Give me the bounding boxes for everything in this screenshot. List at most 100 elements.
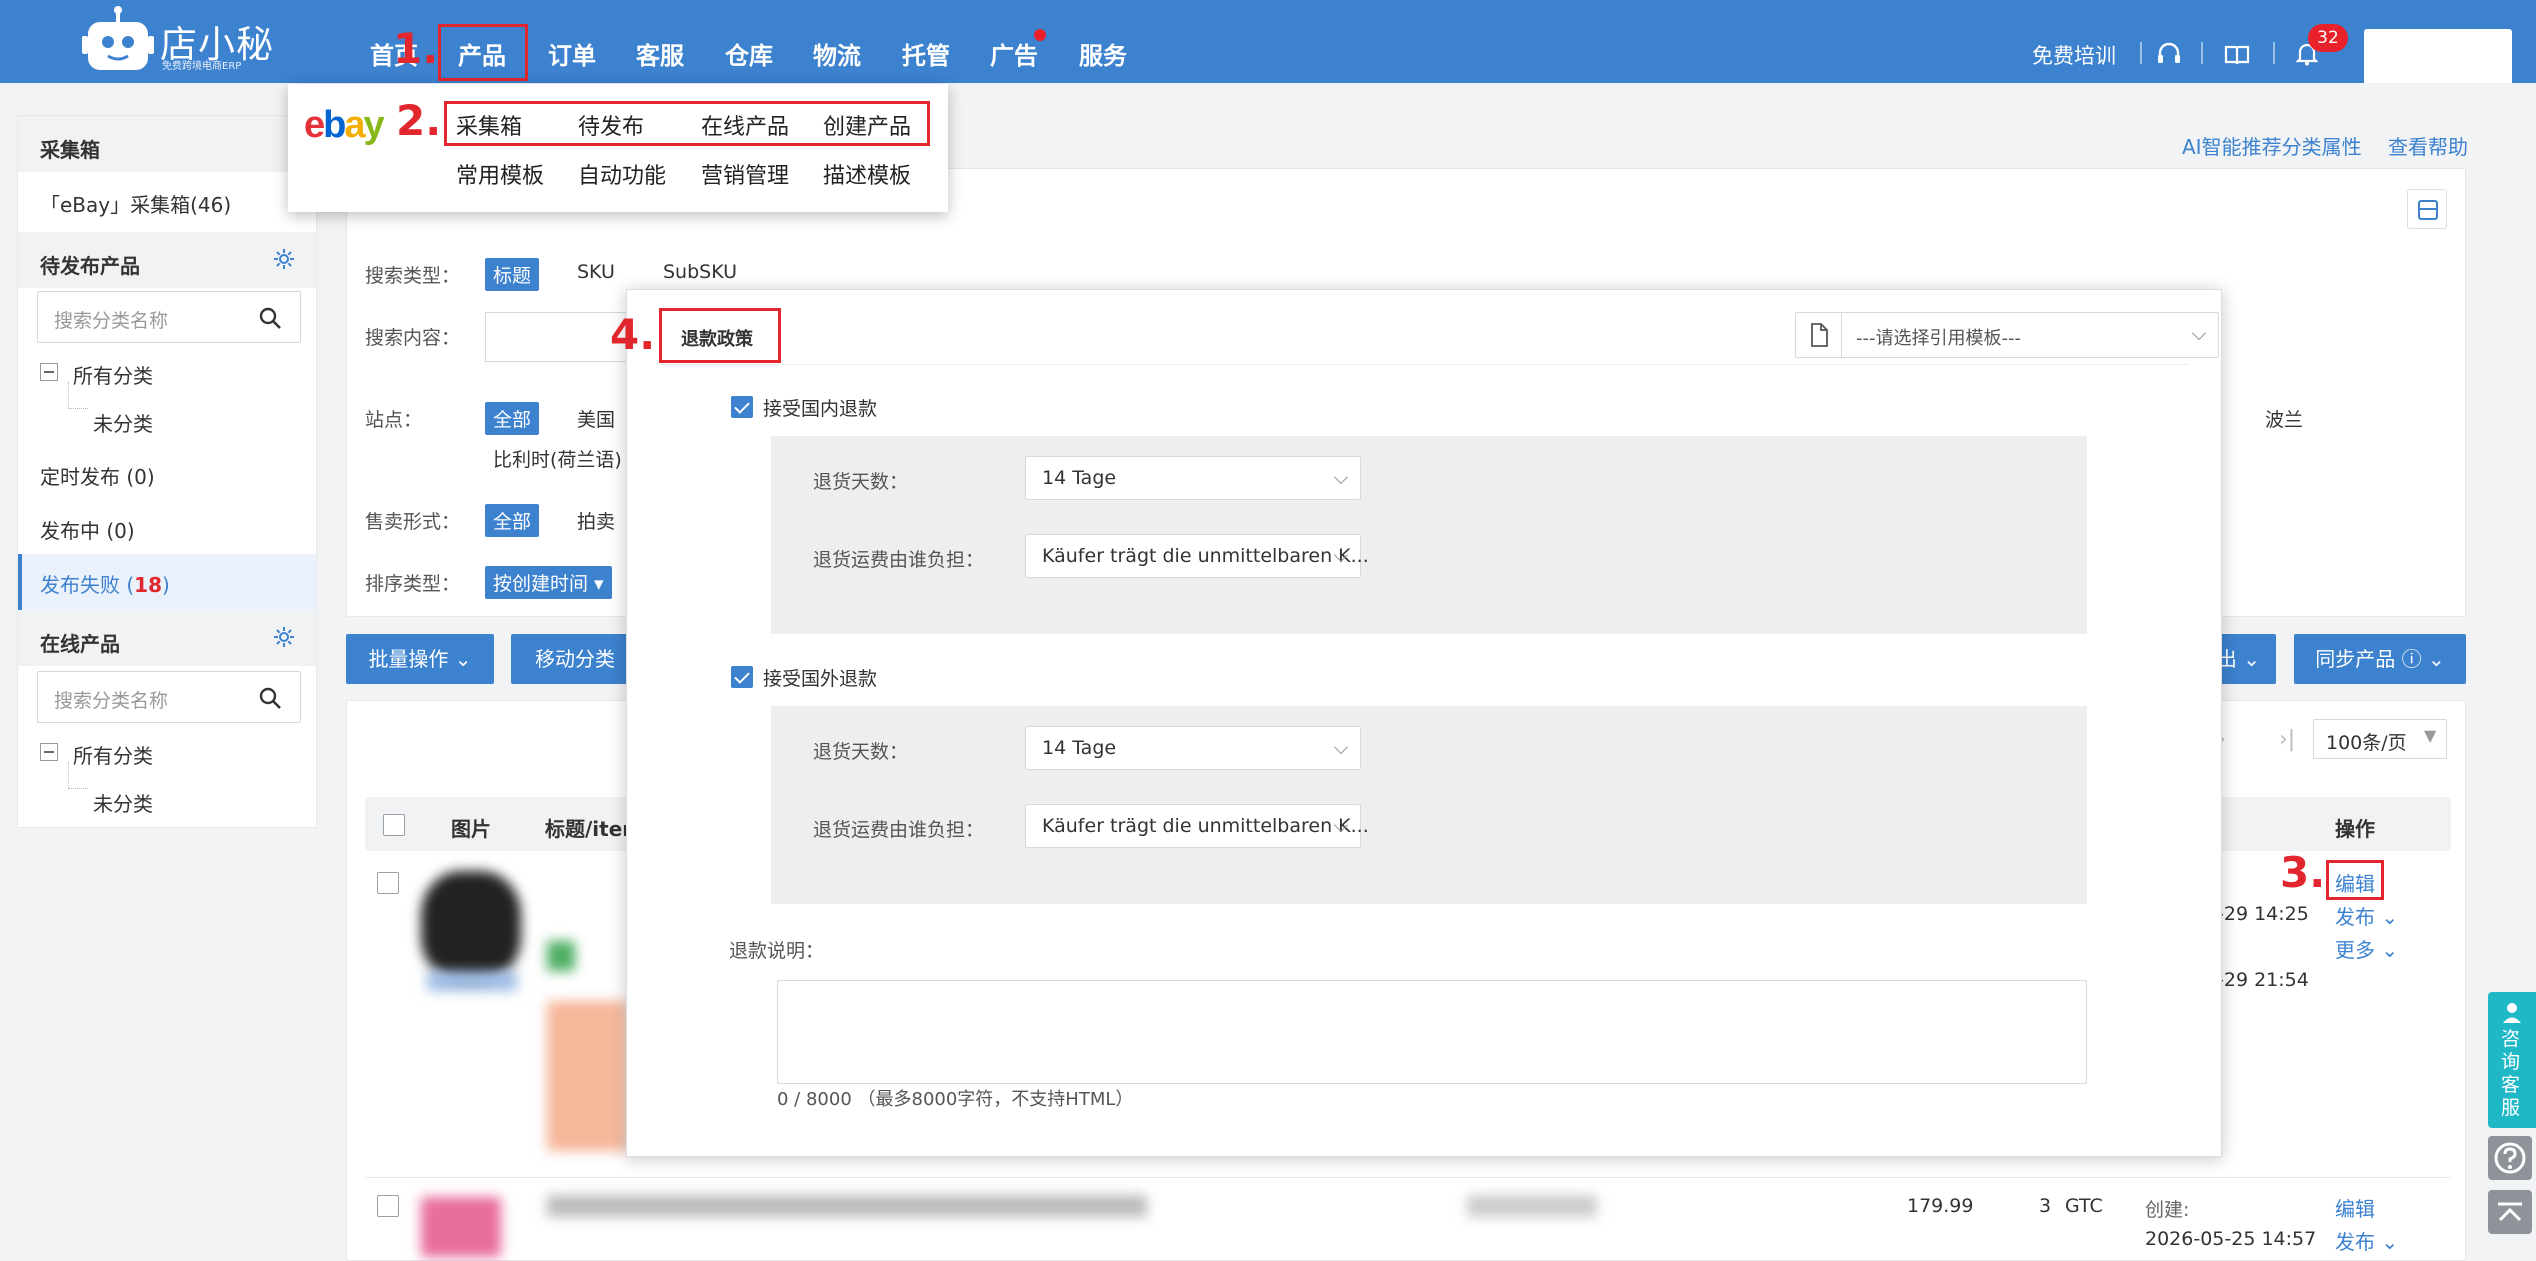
highlight-edit-link [2326,860,2384,900]
nav-service[interactable]: 客服 [636,36,684,71]
headset-icon[interactable] [2156,42,2182,66]
row-time-2: -29 21:54 [2217,969,2309,991]
user-menu[interactable] [2364,29,2512,83]
gear-icon[interactable] [272,247,296,271]
intl-cost-label: 退货运费由谁负担： [813,819,985,841]
search-icon[interactable] [258,306,282,330]
sidebar-item-failed[interactable]: 发布失败 (18) [40,569,170,598]
last-page-icon[interactable]: ›| [2279,727,2295,752]
tree-collapse-icon[interactable] [40,743,58,761]
tree-all-categories[interactable]: 所有分类 [73,360,153,389]
tree-uncategorized[interactable]: 未分类 [93,408,153,437]
product-blur-block [547,1001,627,1151]
row-checkbox[interactable] [377,1195,399,1217]
search-type-subsku[interactable]: SubSKU [663,261,737,283]
site-belgium-nl[interactable]: 比利时(荷兰语) [493,445,622,472]
tree-line [68,408,88,409]
tree-line [68,762,69,788]
product-image[interactable] [421,1197,501,1257]
tree-line [68,382,69,408]
category-search-input-online[interactable]: 搜索分类名称 [37,671,301,723]
category-search-input[interactable]: 搜索分类名称 [37,291,301,343]
row-time-1: -29 14:25 [2217,903,2309,925]
tree-uncategorized-online[interactable]: 未分类 [93,788,153,817]
search-type-title[interactable]: 标题 [485,258,540,291]
publish-link[interactable]: 发布 ⌄ [2335,901,2398,930]
refund-policy-tab[interactable]: 退款政策 [681,325,753,351]
header-divider [2273,42,2275,64]
book-icon[interactable] [2224,44,2250,66]
sale-all[interactable]: 全部 [485,504,540,537]
sort-type-select[interactable]: 按创建时间 ▾ [485,566,612,599]
nav-logistics[interactable]: 物流 [813,36,861,71]
publish-link[interactable]: 发布 ⌄ [2335,1226,2398,1255]
gear-icon[interactable] [272,625,296,649]
domestic-refund-checkbox[interactable] [731,396,753,418]
ads-notice-dot [1034,29,1046,41]
sidebar-item-ebay-collect[interactable]: 「eBay」采集箱(46) [40,189,231,218]
layout-toggle-icon[interactable] [2407,189,2447,229]
logo-robot-icon[interactable] [80,4,156,78]
domestic-refund-section: 退货天数： 14 Tage 退货运费由谁负担： Käufer trägt die… [771,436,2087,634]
document-icon [1796,313,1842,357]
product-image-caption [427,971,517,991]
nav-warehouse[interactable]: 仓库 [725,36,773,71]
cs-char: 询 [2501,1051,2521,1073]
page-size-select[interactable]: 100条/页 ▼ [2313,719,2447,759]
nav-orders[interactable]: 订单 [548,36,596,71]
publish-label: 发布 [2335,1230,2375,1254]
batch-ops-button[interactable]: 批量操作 ⌄ [346,634,494,684]
sync-products-button[interactable]: 同步产品 ⓘ ⌄ [2294,634,2466,684]
search-content-label: 搜索内容： [365,327,461,349]
help-link[interactable]: 查看帮助 [2388,131,2468,160]
highlight-menu-row [444,101,930,146]
row-checkbox[interactable] [377,872,399,894]
site-us[interactable]: 美国 [577,405,615,432]
refund-desc-label: 退款说明： [729,940,825,962]
domestic-days-label: 退货天数： [813,471,909,493]
customer-service-float[interactable]: 咨 询 客 服 [2488,992,2536,1128]
nav-ads[interactable]: 广告 [990,36,1038,71]
search-icon[interactable] [258,686,282,710]
intl-days-label: 退货天数： [813,741,909,763]
more-link[interactable]: 更多 ⌄ [2335,934,2398,963]
tree-all-categories-online[interactable]: 所有分类 [73,740,153,769]
menu-desc-templates[interactable]: 描述模板 [823,158,911,190]
intl-refund-checkbox[interactable] [731,666,753,688]
move-category-button[interactable]: 移动分类 [511,634,631,684]
menu-common-templates[interactable]: 常用模板 [456,158,544,190]
intl-cost-select[interactable]: Käufer trägt die unmittelbaren K... [1025,804,1369,848]
intl-days-select[interactable]: 14 Tage [1025,726,1361,770]
help-float[interactable] [2488,1136,2532,1180]
failed-label: 发布失败 ( [40,573,135,597]
search-type-sku[interactable]: SKU [577,261,615,283]
product-image[interactable] [421,871,521,981]
select-all-checkbox[interactable] [383,814,405,836]
sale-auction[interactable]: 拍卖 [577,507,615,534]
sale-type-label: 售卖形式： [365,511,461,533]
menu-auto-functions[interactable]: 自动功能 [578,158,666,190]
edit-link[interactable]: 编辑 [2335,1193,2375,1222]
cs-char: 咨 [2501,1028,2521,1050]
refund-desc-textarea[interactable] [777,980,2087,1084]
nav-services[interactable]: 服务 [1079,36,1127,71]
domestic-cost-select[interactable]: Käufer trägt die unmittelbaren K... [1025,534,1369,578]
site-all[interactable]: 全部 [485,402,540,435]
site-poland[interactable]: 波兰 [2265,405,2303,432]
training-link[interactable]: 免费培训 [2032,40,2116,70]
nav-hosting[interactable]: 托管 [902,36,950,71]
intl-refund-label: 接受国外退款 [763,668,878,690]
sidebar-item-publishing[interactable]: 发布中 (0) [40,515,135,544]
template-select[interactable]: ---请选择引用模板--- [1795,312,2219,358]
annotation-4: 4. [610,310,656,359]
back-to-top-float[interactable] [2488,1190,2532,1234]
ai-recommend-link[interactable]: AI智能推荐分类属性 [2182,131,2362,160]
menu-marketing[interactable]: 营销管理 [701,158,789,190]
domestic-refund-label: 接受国内退款 [763,398,878,420]
sidebar-item-scheduled[interactable]: 定时发布 (0) [40,461,155,490]
domestic-days-select[interactable]: 14 Tage [1025,456,1361,500]
sidebar-head-collect: 采集箱 [18,116,316,172]
tree-collapse-icon[interactable] [40,363,58,381]
refund-policy-modal: 退款政策 ---请选择引用模板--- 接受国内退款 退货天数： 14 Tage … [626,289,2222,1157]
sync-label: 同步产品 [2315,647,2396,671]
